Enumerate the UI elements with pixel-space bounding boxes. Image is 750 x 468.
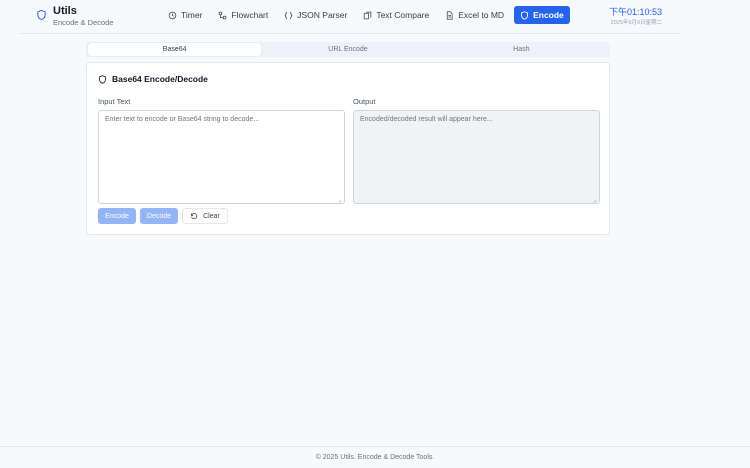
- workflow-icon: [219, 11, 227, 19]
- encode-tabs: Base64 URL Encode Hash: [86, 42, 610, 57]
- resize-grip-icon[interactable]: [337, 198, 342, 203]
- card-title: Base64 Encode/Decode: [98, 74, 208, 84]
- nav-item-label: Flowchart: [231, 10, 269, 20]
- footer-text: © 2025 Utils. Encode & Decode Tools.: [315, 454, 435, 461]
- output-textarea[interactable]: [353, 110, 600, 204]
- nav-item-label: Timer: [181, 10, 203, 20]
- footer: © 2025 Utils. Encode & Decode Tools.: [0, 446, 750, 468]
- rotate-ccw-icon: [191, 213, 198, 220]
- nav-item-label: JSON Parser: [297, 10, 348, 20]
- shield-icon: [99, 74, 106, 84]
- nav-item-text-compare[interactable]: Text Compare: [357, 6, 435, 24]
- tab-base64[interactable]: Base64: [88, 43, 262, 56]
- tab-hash[interactable]: Hash: [435, 43, 608, 56]
- nav-item-encode[interactable]: Encode: [514, 6, 570, 24]
- card-title-text: Base64 Encode/Decode: [112, 74, 208, 84]
- clock-icon: [168, 11, 177, 19]
- clock: 下午01:10:53 2025年9月9日星期二: [609, 7, 662, 26]
- nav-item-flowchart[interactable]: Flowchart: [212, 6, 274, 24]
- compare-icon: [364, 11, 372, 19]
- tab-url-encode[interactable]: URL Encode: [261, 43, 434, 56]
- input-textarea[interactable]: [98, 110, 345, 204]
- brand-subtitle: Encode & Decode: [53, 18, 114, 27]
- nav-item-label: Encode: [533, 10, 564, 20]
- file-text-icon: [447, 10, 453, 20]
- brand-title: Utils: [53, 5, 77, 17]
- clock-time: 下午01:10:53: [608, 7, 662, 17]
- brand[interactable]: Utils Encode & Decode: [36, 5, 113, 27]
- clock-date: 2025年9月9日星期二: [610, 20, 662, 26]
- braces-icon: [284, 11, 293, 19]
- output-label: Output: [353, 97, 376, 106]
- main-nav: Timer Flowchart JSON Parser Text Compare…: [162, 6, 570, 24]
- nav-item-timer[interactable]: Timer: [162, 6, 208, 24]
- shield-icon: [37, 9, 46, 21]
- clear-button-label: Clear: [203, 212, 220, 220]
- nav-item-json-parser[interactable]: JSON Parser: [278, 6, 353, 24]
- nav-item-label: Excel to MD: [458, 10, 505, 20]
- decode-button[interactable]: Decode: [140, 208, 178, 224]
- app-header: Utils Encode & Decode Timer Flowchart JS…: [18, 0, 680, 34]
- shield-icon: [521, 10, 529, 20]
- action-bar: Encode Decode Clear: [98, 208, 228, 224]
- base64-card: Base64 Encode/Decode Input Text Output E…: [86, 62, 610, 235]
- input-label: Input Text: [98, 97, 131, 106]
- nav-item-label: Text Compare: [376, 10, 430, 20]
- resize-grip-icon[interactable]: [592, 198, 597, 203]
- nav-item-excel-to-md[interactable]: Excel to MD: [439, 6, 510, 24]
- encode-button[interactable]: Encode: [98, 208, 136, 224]
- clear-button[interactable]: Clear: [182, 208, 228, 224]
